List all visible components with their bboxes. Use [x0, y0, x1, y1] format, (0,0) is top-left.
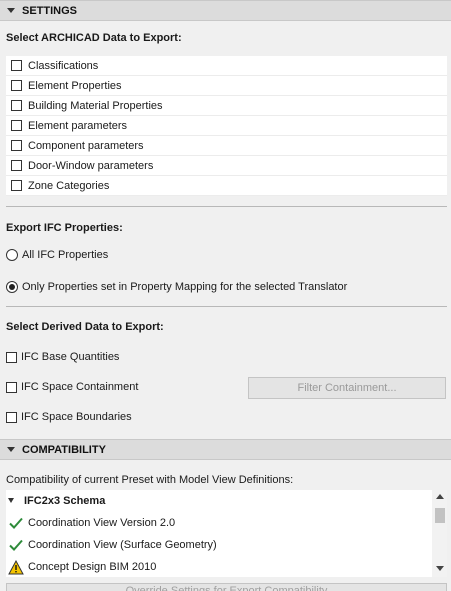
- list-item-label: Classifications: [28, 59, 99, 72]
- checkbox[interactable]: [11, 180, 22, 191]
- archicad-data-list: Classifications Element Properties Build…: [6, 56, 447, 196]
- checkbox[interactable]: [6, 351, 17, 363]
- check-icon: [8, 515, 24, 531]
- checkbox[interactable]: [11, 140, 22, 151]
- checkbox[interactable]: [11, 160, 22, 171]
- checkbox[interactable]: [6, 381, 17, 393]
- checkbox-label: IFC Space Containment: [21, 381, 139, 393]
- divider: [6, 206, 447, 207]
- divider: [6, 306, 447, 307]
- checkbox[interactable]: [11, 100, 22, 111]
- mvd-label: Concept Design BIM 2010: [28, 561, 157, 573]
- list-item-label: Building Material Properties: [28, 99, 163, 112]
- scroll-up-icon[interactable]: [436, 494, 444, 499]
- ifc-properties-label: Export IFC Properties:: [6, 222, 123, 234]
- list-item-label: Element Properties: [28, 79, 122, 92]
- list-item[interactable]: Classifications: [6, 56, 447, 76]
- schema-group-label: IFC2x3 Schema: [24, 494, 106, 507]
- derived-data-label: Select Derived Data to Export:: [6, 321, 164, 333]
- mvd-label: Coordination View Version 2.0: [28, 517, 176, 529]
- scroll-down-icon[interactable]: [436, 566, 444, 571]
- list-item[interactable]: Element Properties: [6, 76, 447, 96]
- radio-label: Only Properties set in Property Mapping …: [22, 281, 348, 293]
- checkbox-label: IFC Space Boundaries: [21, 411, 132, 423]
- scroll-thumb[interactable]: [435, 508, 445, 523]
- radio-all-ifc-properties[interactable]: All IFC Properties: [6, 249, 108, 261]
- list-item[interactable]: Coordination View (Surface Geometry): [6, 534, 432, 556]
- checkbox[interactable]: [11, 120, 22, 131]
- check-icon: [8, 537, 24, 553]
- checkbox-label: IFC Base Quantities: [21, 351, 120, 363]
- radio-button-selected[interactable]: [6, 281, 18, 293]
- checkbox-ifc-base-quantities[interactable]: IFC Base Quantities: [6, 351, 119, 363]
- checkbox[interactable]: [6, 411, 17, 423]
- override-settings-button[interactable]: Override Settings for Export Compatibili…: [6, 583, 447, 591]
- compatibility-section-header[interactable]: COMPATIBILITY: [0, 439, 451, 460]
- list-item[interactable]: Building Material Properties: [6, 96, 447, 116]
- list-item[interactable]: Zone Categories: [6, 176, 447, 196]
- list-item[interactable]: Door-Window parameters: [6, 156, 447, 176]
- radio-only-mapped-properties[interactable]: Only Properties set in Property Mapping …: [6, 281, 347, 293]
- list-item[interactable]: Component parameters: [6, 136, 447, 156]
- list-item-label: Door-Window parameters: [28, 159, 154, 172]
- archicad-data-label: Select ARCHICAD Data to Export:: [6, 32, 182, 44]
- list-item[interactable]: Concept Design BIM 2010: [6, 556, 432, 577]
- compatibility-list: IFC2x3 Schema Coordination View Version …: [6, 490, 447, 577]
- compatibility-header-title: COMPATIBILITY: [22, 443, 106, 456]
- list-item-label: Component parameters: [28, 139, 144, 152]
- expand-triangle-icon: [8, 498, 14, 503]
- vertical-scrollbar[interactable]: [432, 490, 447, 577]
- checkbox[interactable]: [11, 80, 22, 91]
- collapse-triangle-icon: [7, 447, 15, 452]
- list-item-label: Zone Categories: [28, 179, 110, 192]
- list-item[interactable]: Element parameters: [6, 116, 447, 136]
- compatibility-description: Compatibility of current Preset with Mod…: [6, 474, 294, 486]
- schema-group-row[interactable]: IFC2x3 Schema: [6, 490, 432, 511]
- filter-containment-button[interactable]: Filter Containment...: [248, 377, 446, 399]
- checkbox-ifc-space-containment[interactable]: IFC Space Containment: [6, 381, 138, 393]
- checkbox-ifc-space-boundaries[interactable]: IFC Space Boundaries: [6, 411, 132, 423]
- mvd-label: Coordination View (Surface Geometry): [28, 539, 217, 551]
- collapse-triangle-icon: [7, 8, 15, 13]
- list-item[interactable]: Coordination View Version 2.0: [6, 512, 432, 534]
- radio-button[interactable]: [6, 249, 18, 261]
- list-item-label: Element parameters: [28, 119, 128, 132]
- settings-section-header[interactable]: SETTINGS: [0, 0, 451, 21]
- radio-label: All IFC Properties: [22, 249, 109, 261]
- checkbox[interactable]: [11, 60, 22, 71]
- warning-icon: [8, 559, 24, 575]
- settings-header-title: SETTINGS: [22, 4, 78, 17]
